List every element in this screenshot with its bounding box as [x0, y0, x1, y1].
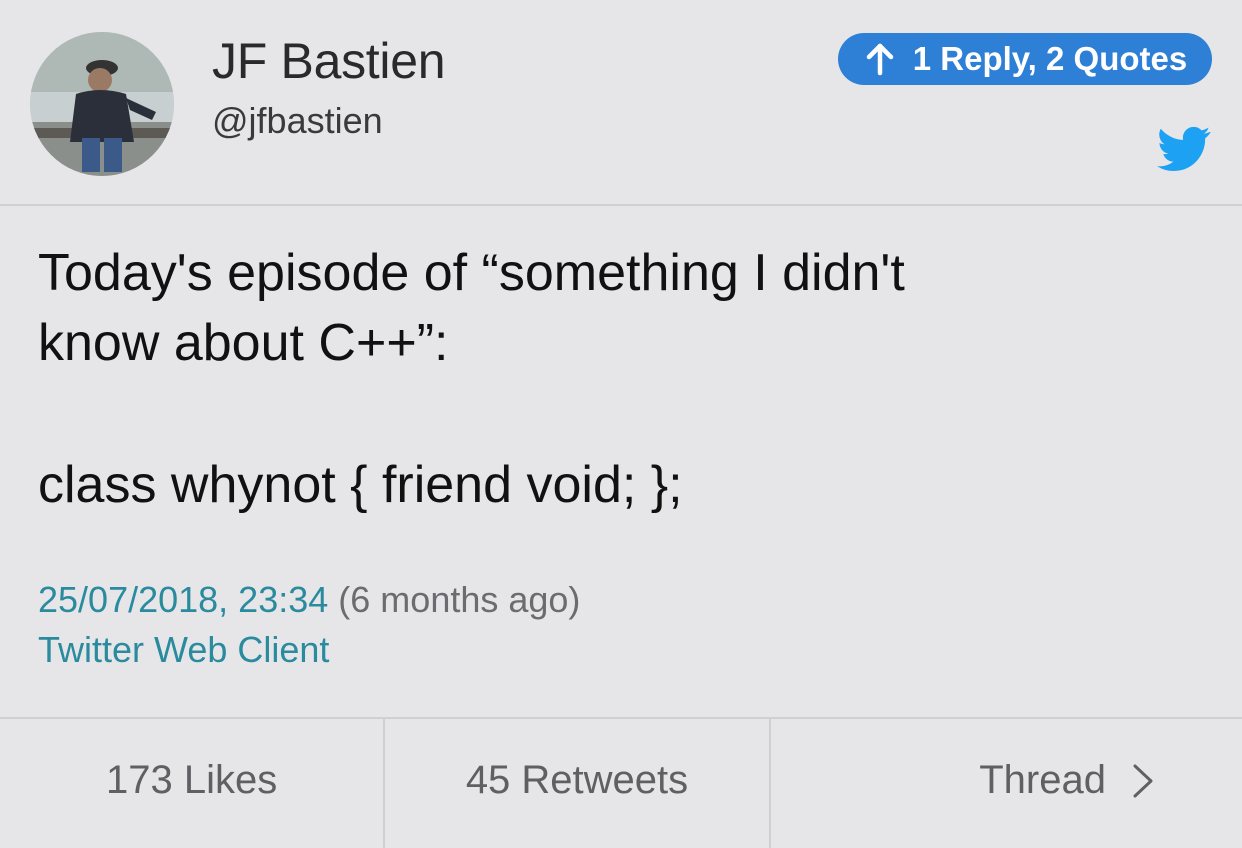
tweet-text: Today's episode of “something I didn't k…	[38, 244, 905, 372]
retweets-label: 45 Retweets	[465, 758, 689, 802]
avatar-image	[30, 32, 174, 176]
thread-label: Thread	[979, 758, 1106, 802]
likes-button[interactable]: 173 Likes	[0, 719, 383, 848]
retweets-button[interactable]: 45 Retweets	[383, 719, 768, 848]
tweet-code-line: class whynot { friend void; };	[38, 456, 683, 514]
replies-quotes-button[interactable]: 1 Reply, 2 Quotes	[838, 33, 1212, 85]
thread-button[interactable]: Thread	[768, 719, 1242, 848]
tweet-relative-time: (6 months ago)	[338, 579, 581, 620]
twitter-bird-icon	[1157, 126, 1211, 172]
arrow-up-icon	[866, 43, 893, 76]
tweet-timestamp: 25/07/2018, 23:34 (6 months ago)	[38, 578, 580, 622]
chevron-right-icon	[1133, 764, 1153, 797]
replies-quotes-label: 1 Reply, 2 Quotes	[912, 40, 1188, 77]
display-name[interactable]: JF Bastien	[212, 32, 446, 90]
avatar[interactable]	[30, 32, 174, 176]
tweet-header: JF Bastien @jfbastien 1 Reply, 2 Quotes	[0, 0, 1242, 206]
likes-label: 173 Likes	[106, 758, 278, 802]
tweet-stats-bar: 173 Likes 45 Retweets Thread	[0, 717, 1242, 848]
tweet-client-link[interactable]: Twitter Web Client	[38, 628, 329, 672]
tweet-date-link[interactable]: 25/07/2018, 23:34	[38, 579, 328, 620]
user-handle[interactable]: @jfbastien	[212, 100, 383, 142]
